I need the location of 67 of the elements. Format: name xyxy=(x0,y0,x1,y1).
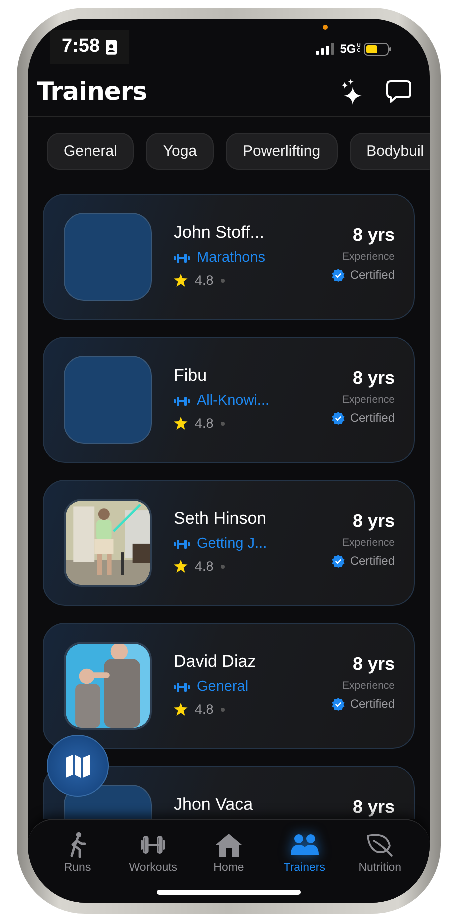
experience-label: Experience xyxy=(342,680,395,692)
category-chip[interactable]: Yoga xyxy=(146,133,214,170)
star-icon xyxy=(174,274,188,287)
people-icon xyxy=(290,832,320,858)
category-chip[interactable]: Bodybuil xyxy=(350,133,430,170)
page-title: Trainers xyxy=(37,77,148,106)
trainer-card[interactable]: Fibu All-Knowi... 4.8 8 yrs Experience Certified xyxy=(43,337,415,463)
signal-icon xyxy=(316,43,336,55)
status-time: 7:58 xyxy=(62,36,100,58)
star-icon xyxy=(174,703,188,716)
dumbbell-icon xyxy=(174,540,190,548)
dumbbell-icon xyxy=(174,396,190,406)
trainer-card[interactable]: David Diaz General 4.8 8 yrs Experience Certified xyxy=(43,623,415,749)
battery-icon xyxy=(364,42,392,56)
chat-icon[interactable] xyxy=(386,80,412,104)
trainer-specialty: All-Knowi... xyxy=(197,393,270,409)
certified-label: Certified xyxy=(350,411,395,425)
trainer-name: John Stoff... xyxy=(174,223,266,243)
tab-item[interactable]: Home xyxy=(191,832,267,874)
trainer-specialty: Getting J... xyxy=(197,536,268,552)
dumbbell-icon xyxy=(174,682,190,692)
rating-value: 4.8 xyxy=(195,416,214,431)
rating-value: 4.8 xyxy=(195,702,214,717)
trainer-name: Seth Hinson xyxy=(174,509,268,529)
verified-badge-icon xyxy=(332,554,346,568)
trainer-card[interactable]: John Stoff... Marathons 4.8 8 yrs Experience Certified xyxy=(43,194,415,320)
experience-years: 8 yrs xyxy=(352,654,395,675)
star-icon xyxy=(174,417,188,430)
network-label: 5G xyxy=(340,42,356,56)
map-icon xyxy=(64,752,92,780)
dumbbell-icon xyxy=(174,254,190,262)
trainer-name: Fibu xyxy=(174,366,208,386)
certified-label: Certified xyxy=(350,697,395,711)
dot-icon xyxy=(220,278,225,282)
tab-item[interactable]: Workouts xyxy=(116,832,192,874)
experience-years: 8 yrs xyxy=(352,797,395,818)
star-icon xyxy=(174,560,188,573)
trainer-name: David Diaz xyxy=(174,652,258,672)
tab-item[interactable]: Nutrition xyxy=(342,832,418,874)
trainer-card[interactable]: Jhon Vaca 8 yrs xyxy=(43,766,415,819)
experience-label: Experience xyxy=(342,537,395,549)
leaf-icon xyxy=(365,832,396,858)
verified-badge-icon xyxy=(332,698,346,710)
rating-value: 4.8 xyxy=(195,559,214,574)
experience-label: Experience xyxy=(342,394,395,406)
trainer-specialty: General xyxy=(197,679,249,695)
certified-label: Certified xyxy=(350,554,395,568)
dot-icon xyxy=(220,422,225,426)
dot-icon xyxy=(220,708,225,712)
experience-years: 8 yrs xyxy=(352,368,395,389)
experience-label: Experience xyxy=(342,251,395,263)
trainer-specialty: Marathons xyxy=(197,250,266,266)
verified-badge-icon xyxy=(332,268,346,282)
verified-badge-icon xyxy=(332,412,346,424)
experience-years: 8 yrs xyxy=(352,511,395,532)
experience-years: 8 yrs xyxy=(352,225,395,246)
tab-item[interactable]: Runs xyxy=(40,832,116,874)
trainer-card[interactable]: Seth Hinson Getting J... 4.8 8 yrs Experience Certified xyxy=(43,480,415,606)
tab-item[interactable]: Trainers xyxy=(266,832,342,874)
category-chip[interactable]: General xyxy=(47,133,134,170)
house-icon xyxy=(214,832,244,858)
dot-icon xyxy=(220,564,225,568)
trainer-name: Jhon Vaca xyxy=(174,795,254,815)
certified-label: Certified xyxy=(350,268,395,282)
rating-value: 4.8 xyxy=(195,273,214,288)
category-chip[interactable]: Powerlifting xyxy=(226,133,338,170)
id-card-icon xyxy=(106,40,118,54)
